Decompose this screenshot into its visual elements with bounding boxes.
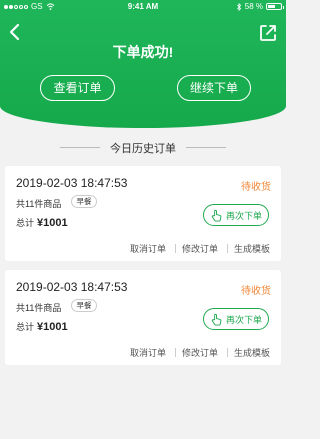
- order-status: 待收货: [241, 286, 271, 297]
- reorder-label: 再次下单: [225, 314, 262, 325]
- battery-icon: [266, 3, 284, 10]
- bluetooth-icon: [236, 2, 241, 11]
- order-status: 待收货: [241, 182, 271, 193]
- hand-tap-icon: [211, 313, 222, 326]
- generate-template-link[interactable]: 生成模板: [234, 346, 270, 359]
- order-total: 总计 ¥1001: [16, 216, 68, 229]
- reorder-button[interactable]: 再次下单: [203, 308, 269, 330]
- item-count: 共11件商品: [16, 303, 62, 313]
- header: GS 9:41 AM 58 % 下单成功! 查看订单 继续下单: [0, 0, 286, 128]
- divider: [227, 348, 228, 357]
- cancel-order-link[interactable]: 取消订单: [130, 242, 166, 255]
- battery-area: 58 %: [236, 2, 284, 11]
- back-icon[interactable]: [6, 22, 24, 42]
- total-label: 总计: [16, 322, 35, 332]
- divider: [175, 348, 176, 357]
- divider: [186, 147, 226, 148]
- order-card[interactable]: 2019-02-03 18:47:53 待收货 共11件商品 早餐 总计 ¥100…: [5, 166, 281, 261]
- view-orders-button[interactable]: 查看订单: [40, 75, 115, 101]
- order-actions: 取消订单 修改订单 生成模板: [5, 346, 281, 360]
- cancel-order-link[interactable]: 取消订单: [130, 346, 166, 359]
- modify-order-link[interactable]: 修改订单: [182, 346, 218, 359]
- hand-tap-icon: [211, 209, 222, 222]
- section-heading: 今日历史订单: [0, 138, 286, 156]
- reorder-button[interactable]: 再次下单: [203, 204, 269, 226]
- generate-template-link[interactable]: 生成模板: [234, 242, 270, 255]
- order-datetime: 2019-02-03 18:47:53: [16, 176, 128, 190]
- meal-tag: 早餐: [71, 299, 97, 312]
- battery-percent: 58 %: [244, 2, 263, 11]
- page-title: 下单成功!: [112, 44, 174, 60]
- total-label: 总计: [16, 218, 35, 228]
- total-amount: ¥1001: [37, 321, 68, 333]
- item-count: 共11件商品: [16, 199, 62, 209]
- order-total: 总计 ¥1001: [16, 320, 68, 333]
- meal-tag: 早餐: [71, 195, 97, 208]
- section-title: 今日历史订单: [110, 143, 176, 155]
- order-card[interactable]: 2019-02-03 18:47:53 待收货 共11件商品 早餐 总计 ¥100…: [5, 270, 281, 365]
- continue-ordering-button[interactable]: 继续下单: [177, 75, 251, 101]
- modify-order-link[interactable]: 修改订单: [182, 242, 218, 255]
- order-datetime: 2019-02-03 18:47:53: [16, 280, 128, 294]
- total-amount: ¥1001: [37, 217, 68, 229]
- divider: [227, 244, 228, 253]
- order-actions: 取消订单 修改订单 生成模板: [5, 242, 281, 256]
- share-icon[interactable]: [259, 24, 277, 42]
- reorder-label: 再次下单: [225, 210, 262, 221]
- divider: [175, 244, 176, 253]
- status-bar: GS 9:41 AM 58 %: [0, 0, 286, 14]
